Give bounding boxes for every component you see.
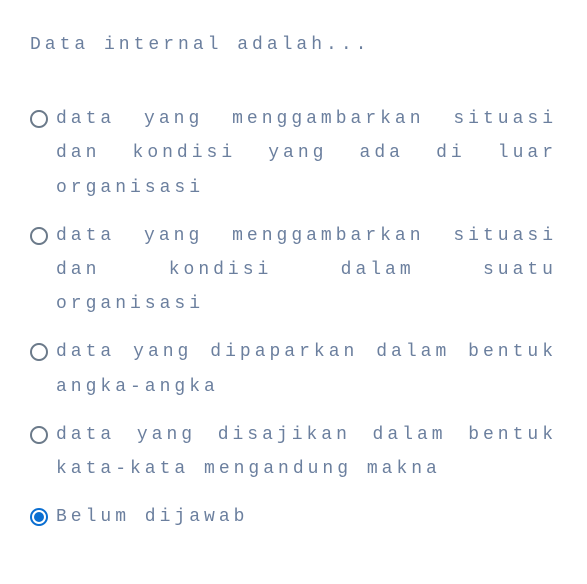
option-3[interactable]: data yang disajikan dalam bentuk kata-ka… [30, 418, 557, 486]
option-label-0: data yang menggambarkan situasi dan kond… [56, 102, 557, 205]
option-0[interactable]: data yang menggambarkan situasi dan kond… [30, 102, 557, 205]
radio-button-4[interactable] [30, 508, 48, 526]
option-4[interactable]: Belum dijawab [30, 500, 557, 534]
radio-button-3[interactable] [30, 426, 48, 444]
radio-button-2[interactable] [30, 343, 48, 361]
radio-button-1[interactable] [30, 227, 48, 245]
option-1[interactable]: data yang menggambarkan situasi dan kond… [30, 219, 557, 322]
option-label-3: data yang disajikan dalam bentuk kata-ka… [56, 418, 557, 486]
options-container: data yang menggambarkan situasi dan kond… [30, 102, 557, 534]
option-label-2: data yang dipaparkan dalam bentuk angka-… [56, 335, 557, 403]
option-2[interactable]: data yang dipaparkan dalam bentuk angka-… [30, 335, 557, 403]
option-label-1: data yang menggambarkan situasi dan kond… [56, 219, 557, 322]
option-label-4: Belum dijawab [56, 500, 557, 534]
question-text: Data internal adalah... [30, 28, 557, 62]
radio-button-0[interactable] [30, 110, 48, 128]
